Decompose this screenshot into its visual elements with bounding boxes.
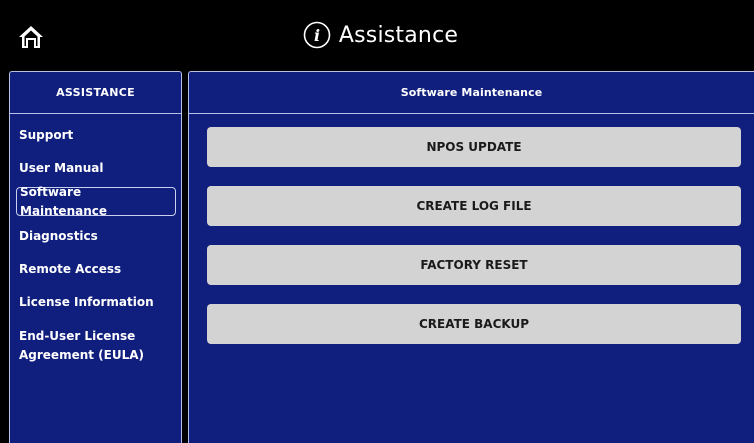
assistance-screen: i Assistance ASSISTANCE Support User Man…	[0, 0, 754, 443]
info-icon: i	[302, 20, 332, 50]
main-panel: Software Maintenance NPOS UPDATE CREATE …	[188, 71, 754, 443]
sidebar-item-user-manual[interactable]: User Manual	[16, 159, 176, 178]
sidebar: ASSISTANCE Support User Manual Software …	[9, 71, 182, 443]
sidebar-item-software-maintenance[interactable]: Software Maintenance	[16, 185, 176, 218]
create-backup-button[interactable]: CREATE BACKUP	[207, 304, 741, 344]
header-bar: i Assistance	[0, 0, 754, 70]
factory-reset-button[interactable]: FACTORY RESET	[207, 245, 741, 285]
sidebar-title: ASSISTANCE	[10, 72, 181, 114]
home-button[interactable]	[16, 23, 46, 51]
sidebar-item-eula[interactable]: End-User License Agreement (EULA)	[16, 327, 176, 365]
main-title: Software Maintenance	[189, 72, 754, 114]
home-icon	[19, 26, 43, 48]
sidebar-item-license-information[interactable]: License Information	[16, 293, 176, 312]
sidebar-item-support[interactable]: Support	[16, 126, 176, 145]
header-title-wrap: i Assistance	[0, 0, 754, 70]
npos-update-button[interactable]: NPOS UPDATE	[207, 127, 741, 167]
create-log-file-button[interactable]: CREATE LOG FILE	[207, 186, 741, 226]
page-title: Assistance	[338, 22, 459, 48]
svg-text:i: i	[314, 26, 320, 45]
sidebar-item-diagnostics[interactable]: Diagnostics	[16, 227, 176, 246]
sidebar-item-remote-access[interactable]: Remote Access	[16, 260, 176, 279]
header-title-group: i Assistance	[302, 20, 458, 50]
